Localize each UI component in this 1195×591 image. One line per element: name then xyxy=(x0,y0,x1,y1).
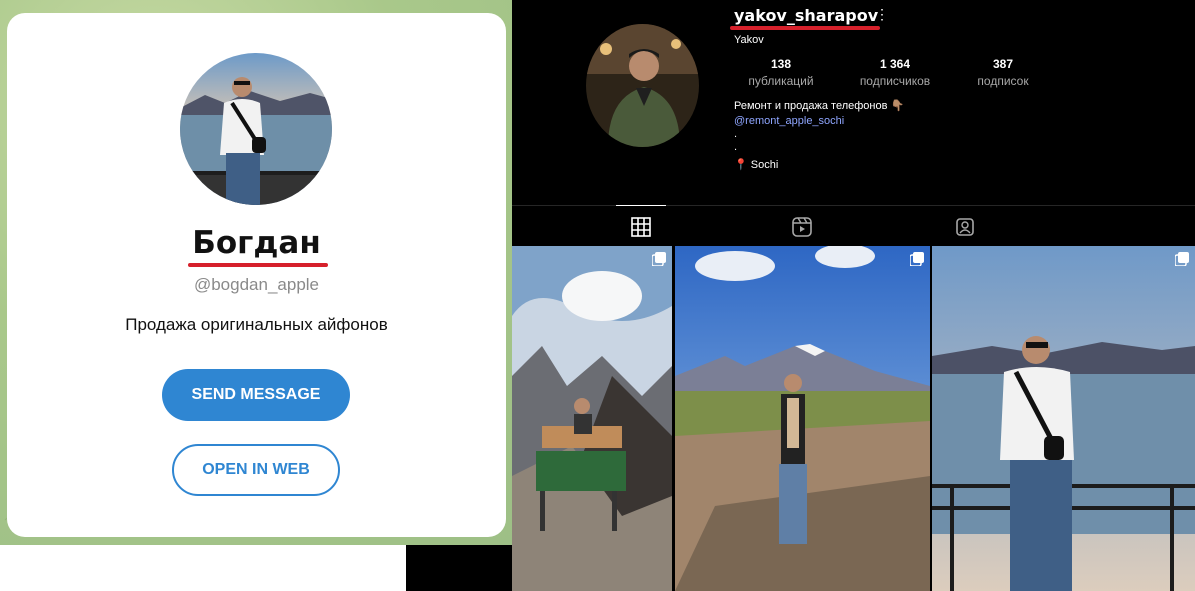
profile-username: @bogdan_apple xyxy=(193,275,320,294)
instagram-bio-dot: . xyxy=(734,141,738,153)
tagged-icon[interactable] xyxy=(954,216,976,238)
instagram-bio-text: Ремонт и продажа телефонов 👇🏽 xyxy=(734,100,905,112)
name-underline-annotation xyxy=(188,263,328,267)
multi-photo-icon xyxy=(1175,252,1189,266)
multi-photo-icon xyxy=(910,252,924,266)
instagram-location: 📍 Sochi xyxy=(734,159,779,171)
stat-posts[interactable]: 138 публикаций xyxy=(731,57,831,88)
stat-following-label: подписок xyxy=(977,74,1029,88)
open-in-web-button[interactable]: OPEN IN WEB xyxy=(172,444,340,496)
post-volcano-field[interactable] xyxy=(675,246,930,591)
post-lake-rail[interactable] xyxy=(932,246,1195,591)
reels-icon[interactable] xyxy=(791,216,813,238)
instagram-left-strip xyxy=(406,545,512,591)
instagram-profile: yakov_sharapov ⋮ Yakov 138 публикаций 1 … xyxy=(512,0,1195,591)
active-tab-indicator xyxy=(616,205,666,206)
stat-posts-value: 138 xyxy=(770,57,792,71)
stat-followers-value: 1 364 xyxy=(879,57,911,71)
handle-underline-annotation xyxy=(730,26,880,30)
post-mountain-bench[interactable] xyxy=(512,246,672,591)
stat-posts-label: публикаций xyxy=(748,74,814,88)
stat-followers[interactable]: 1 364 подписчиков xyxy=(845,57,945,88)
telegram-profile-card: Богдан @bogdan_apple Продажа оригинальны… xyxy=(7,13,506,537)
instagram-bio-link[interactable]: @remont_apple_sochi xyxy=(734,115,844,127)
stat-following-value: 387 xyxy=(992,57,1014,71)
profile-avatar xyxy=(180,53,332,205)
instagram-tabs xyxy=(512,205,1195,245)
profile-name: Богдан xyxy=(192,225,321,261)
send-message-button[interactable]: SEND MESSAGE xyxy=(162,369,350,421)
stat-followers-label: подписчиков xyxy=(859,74,931,88)
more-options-icon[interactable]: ⋮ xyxy=(875,6,889,23)
stat-following[interactable]: 387 подписок xyxy=(953,57,1053,88)
multi-photo-icon xyxy=(652,252,666,266)
instagram-avatar[interactable] xyxy=(586,24,699,147)
profile-bio: Продажа оригинальных айфонов xyxy=(125,315,388,334)
instagram-bio-dot: . xyxy=(734,128,738,140)
grid-icon[interactable] xyxy=(630,216,652,238)
instagram-real-name: Yakov xyxy=(734,34,764,46)
instagram-handle: yakov_sharapov xyxy=(734,6,879,25)
